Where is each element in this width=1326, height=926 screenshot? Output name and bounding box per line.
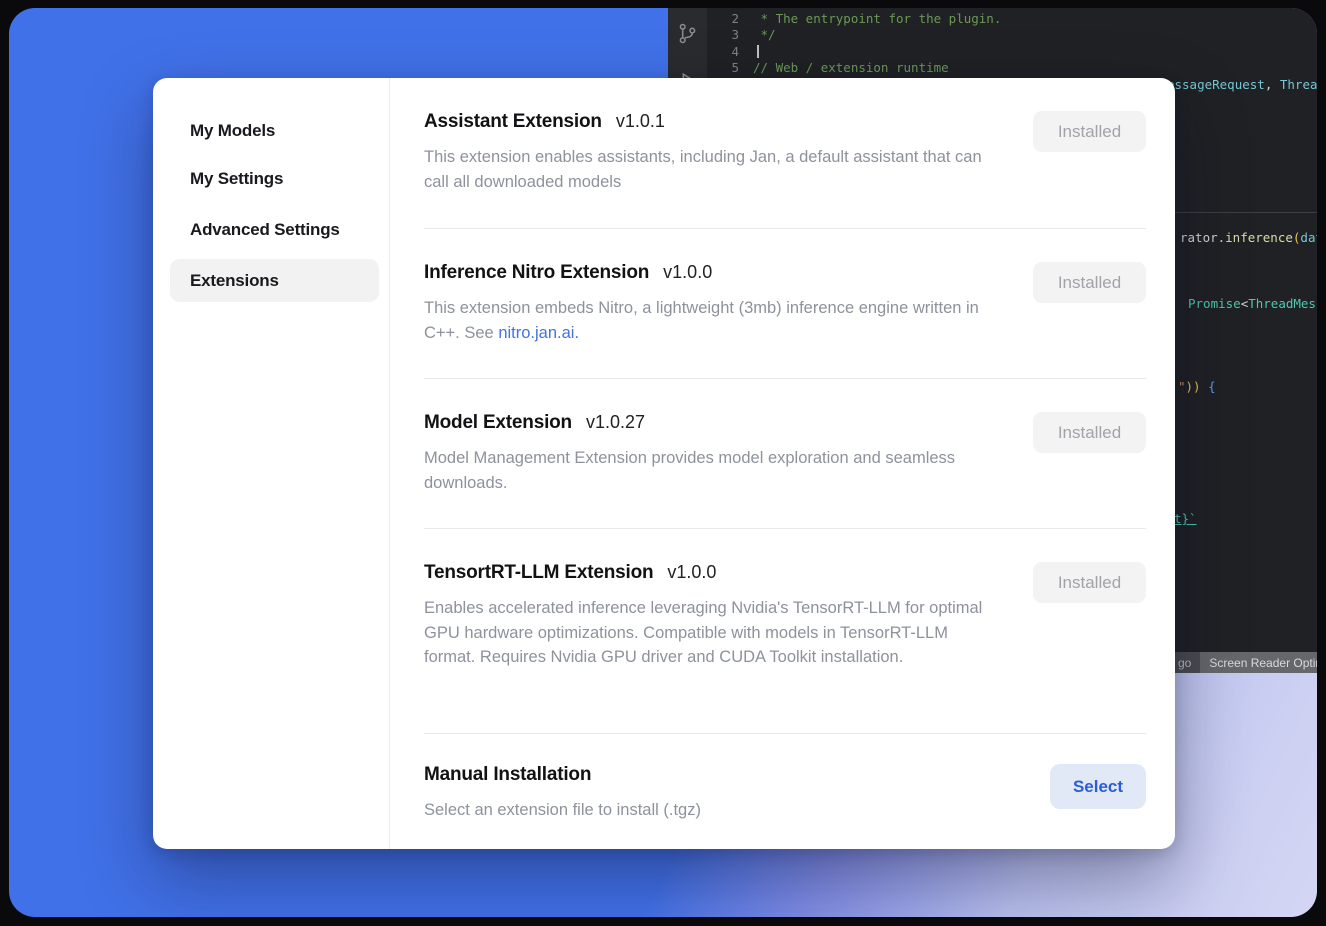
sidebar-item-extensions[interactable]: Extensions (170, 259, 379, 302)
manual-installation-title: Manual Installation (424, 764, 591, 786)
extension-name: Inference Nitro Extension (424, 262, 649, 284)
extension-row-inference-nitro: Inference Nitro Extension v1.0.0 This ex… (424, 228, 1146, 378)
extension-description: This extension embeds Nitro, a lightweig… (424, 296, 1002, 345)
extension-info: Inference Nitro Extension v1.0.0 This ex… (424, 262, 1002, 345)
code-line: 4 (707, 43, 1317, 60)
extensions-list: Assistant Extension v1.0.1 This extensio… (390, 78, 1175, 849)
code-text: */ (753, 27, 776, 42)
code-line: 3 */ (707, 27, 1317, 44)
installed-button[interactable]: Installed (1033, 412, 1146, 453)
extension-description: Model Management Extension provides mode… (424, 446, 1002, 495)
extension-version: v1.0.0 (663, 262, 712, 283)
screenshot-canvas: 2 * The entrypoint for the plugin. 3 */ … (0, 0, 1326, 926)
code-fragment: ")) { (1178, 379, 1216, 394)
installed-button[interactable]: Installed (1033, 111, 1146, 152)
sidebar-item-my-models[interactable]: My Models (170, 109, 379, 152)
manual-installation-description: Select an extension file to install (.tg… (424, 798, 1002, 823)
source-control-icon[interactable] (676, 22, 699, 45)
line-number: 4 (707, 44, 739, 59)
line-number: 2 (707, 11, 739, 26)
code-token: , (1265, 77, 1280, 92)
sidebar-item-label: Extensions (190, 271, 279, 291)
extension-row-tensorrt-llm: TensortRT-LLM Extension v1.0.0 Enables a… (424, 528, 1146, 733)
nitro-jan-ai-link[interactable]: nitro.jan.ai. (498, 324, 579, 342)
extension-row-assistant: Assistant Extension v1.0.1 This extensio… (424, 78, 1146, 228)
screen-reader-optimized-status[interactable]: Screen Reader Optimized (1200, 652, 1317, 673)
extension-version: v1.0.0 (667, 562, 716, 583)
settings-modal: My Models My Settings Advanced Settings … (153, 78, 1175, 849)
installed-button[interactable]: Installed (1033, 262, 1146, 303)
extension-version: v1.0.1 (616, 111, 665, 132)
code-token: ThreadMessage (1280, 77, 1317, 92)
sidebar-item-label: Advanced Settings (190, 220, 340, 240)
extension-name: TensortRT-LLM Extension (424, 562, 653, 584)
code-fragment: rator.inference(data)); (1180, 230, 1317, 245)
extension-version: v1.0.27 (586, 412, 645, 433)
code-line: 2 * The entrypoint for the plugin. (707, 10, 1317, 27)
sidebar-item-advanced-settings[interactable]: Advanced Settings (170, 208, 379, 251)
line-number: 5 (707, 60, 739, 75)
sidebar-item-label: My Models (190, 121, 275, 141)
code-fragment: Promise<ThreadMessage> (1188, 296, 1317, 311)
extension-name: Model Extension (424, 412, 572, 434)
code-text: * The entrypoint for the plugin. (753, 11, 1001, 26)
installed-button[interactable]: Installed (1033, 562, 1146, 603)
code-token: MessageRequest (1159, 77, 1264, 92)
extension-description: This extension enables assistants, inclu… (424, 145, 1002, 194)
settings-sidebar: My Models My Settings Advanced Settings … (153, 78, 390, 849)
extension-row-model: Model Extension v1.0.27 Model Management… (424, 378, 1146, 528)
line-number: 3 (707, 27, 739, 42)
app-background: 2 * The entrypoint for the plugin. 3 */ … (9, 8, 1317, 917)
manual-installation-row: Manual Installation Select an extension … (424, 733, 1146, 849)
manual-installation-info: Manual Installation Select an extension … (424, 764, 1002, 823)
sidebar-item-my-settings[interactable]: My Settings (170, 157, 379, 200)
sidebar-item-label: My Settings (190, 169, 283, 189)
extension-info: TensortRT-LLM Extension v1.0.0 Enables a… (424, 562, 1002, 670)
select-file-button[interactable]: Select (1050, 764, 1146, 809)
extension-info: Model Extension v1.0.27 Model Management… (424, 412, 1002, 495)
extension-info: Assistant Extension v1.0.1 This extensio… (424, 111, 1002, 194)
extension-description: Enables accelerated inference leveraging… (424, 596, 1002, 670)
text-cursor (757, 45, 759, 58)
code-fragment: t}` (1174, 511, 1197, 526)
extension-name: Assistant Extension (424, 111, 602, 133)
